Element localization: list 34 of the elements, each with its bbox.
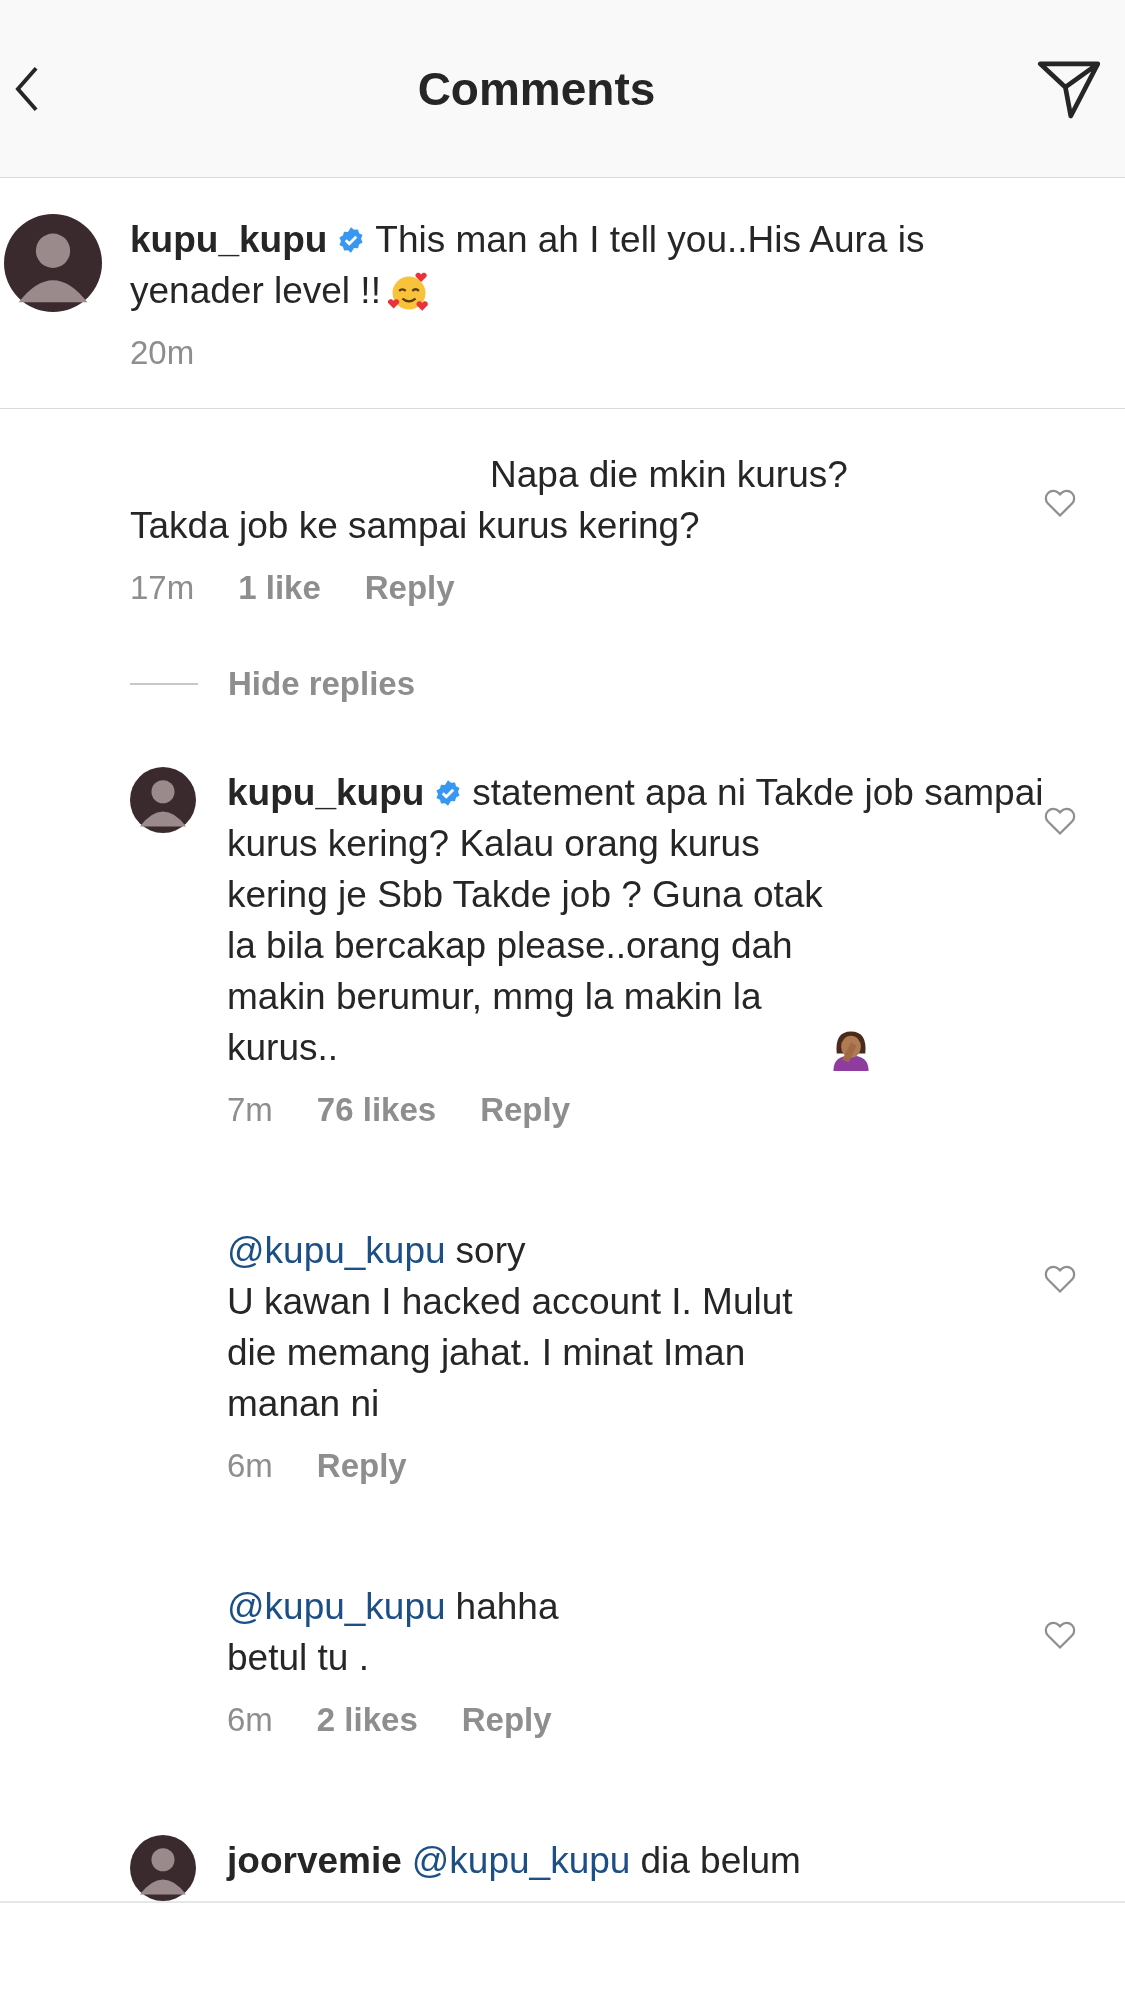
timestamp: 7m: [227, 1091, 273, 1129]
comment-text: yenader level !!: [130, 269, 381, 313]
mention-link[interactable]: @kupu_kupu: [411, 1835, 631, 1886]
hide-replies-button[interactable]: Hide replies: [228, 665, 416, 703]
username[interactable]: kupu_kupu: [130, 214, 328, 265]
comment-text: U kawan I hacked account I. Mulut die memang jahat. I minat Iman manan ni: [227, 1280, 793, 1426]
mention-link[interactable]: @kupu_kupu: [227, 1581, 446, 1632]
comment-text: dia belum: [640, 1839, 801, 1883]
comment-text: sory: [455, 1229, 526, 1273]
comment-text: Napa die mkin kurus?: [490, 453, 848, 497]
comment-text: kurus kering? Kalau orang kurus kering je Sbb Takde job ? Guna otak la bila bercakap please..orang dah makin berumur, mmg la makin la kurus..: [227, 822, 823, 1070]
reply-button[interactable]: Reply: [480, 1091, 570, 1129]
comment-text: This man ah I tell you..His Aura is: [375, 218, 925, 262]
comment-text: hahha: [455, 1585, 559, 1629]
mention-link[interactable]: @kupu_kupu: [227, 1225, 446, 1276]
like-count[interactable]: 76 likes: [316, 1091, 437, 1129]
comment-text: Takda job ke sampai kurus kering?: [130, 504, 700, 548]
page-title: Comments: [417, 61, 656, 116]
timestamp: 20m: [130, 334, 195, 372]
avatar[interactable]: [130, 767, 196, 833]
username[interactable]: joorvemie: [227, 1835, 402, 1886]
avatar[interactable]: [4, 214, 102, 312]
timestamp: 6m: [227, 1701, 273, 1739]
reply-button[interactable]: Reply: [461, 1701, 552, 1739]
reply-button[interactable]: Reply: [364, 569, 455, 607]
like-count[interactable]: 1 like: [238, 569, 321, 607]
comment-text: statement apa ni Takde job sampai: [472, 771, 1044, 815]
avatar[interactable]: [130, 1835, 196, 1901]
timestamp: 6m: [227, 1447, 273, 1485]
reply-button[interactable]: Reply: [316, 1447, 407, 1485]
like-count[interactable]: 2 likes: [316, 1701, 418, 1739]
comment-text: betul tu .: [227, 1636, 369, 1680]
username[interactable]: kupu_kupu: [227, 767, 425, 818]
timestamp: 17m: [130, 569, 195, 607]
